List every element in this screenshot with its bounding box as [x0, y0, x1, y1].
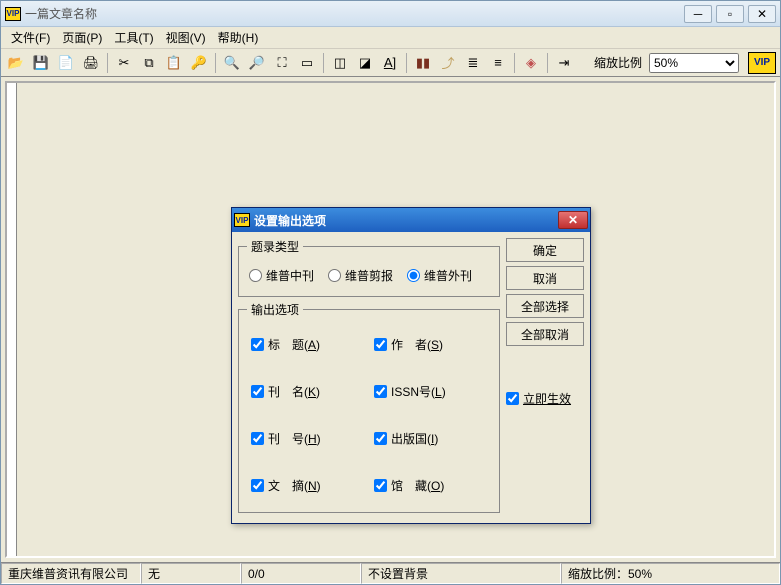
check-issue[interactable]: 刊 号(H)	[251, 430, 364, 447]
paste-icon[interactable]: 📋	[163, 52, 185, 74]
vip-icon: VIP	[748, 52, 776, 74]
output-options-fieldset: 输出选项 标 题(A) 作 者(S) 刊 名(K) ISSN号(L) 刊 号(H…	[238, 301, 500, 513]
zoom-label: 缩放比例	[594, 54, 642, 71]
page-icon[interactable]: ▭	[296, 52, 318, 74]
dialog-titlebar: VIP 设置输出选项 ✕	[232, 208, 590, 232]
check-title[interactable]: 标 题(A)	[251, 336, 364, 353]
check-collection[interactable]: 馆 藏(O)	[374, 477, 487, 494]
fit-icon[interactable]: ⛶	[271, 52, 293, 74]
status-company: 重庆维普资讯有限公司	[1, 563, 141, 584]
print-icon[interactable]: 🖨	[80, 52, 102, 74]
app-icon: VIP	[5, 7, 21, 21]
status-zoom: 缩放比例：50%	[561, 563, 780, 584]
dialog-title: 设置输出选项	[254, 212, 558, 229]
menubar: 文件(F) 页面(P) 工具(T) 视图(V) 帮助(H)	[1, 27, 780, 49]
menu-help[interactable]: 帮助(H)	[212, 27, 265, 48]
check-abstract[interactable]: 文 摘(N)	[251, 477, 364, 494]
record-type-legend: 题录类型	[247, 238, 303, 255]
main-window: VIP 一篇文章名称 ─ ▫ ✕ 文件(F) 页面(P) 工具(T) 视图(V)…	[0, 0, 781, 585]
zoom-select[interactable]: 50%	[649, 53, 739, 73]
exit-icon[interactable]: ⇥	[553, 52, 575, 74]
open-icon[interactable]: 📂	[5, 52, 27, 74]
contrast-icon[interactable]: ◪	[354, 52, 376, 74]
deselect-all-button[interactable]: 全部取消	[506, 322, 584, 346]
menu-page[interactable]: 页面(P)	[56, 27, 108, 48]
tag-icon[interactable]: ⤴	[437, 52, 459, 74]
output-settings-dialog: VIP 设置输出选项 ✕ 题录类型 维普中刊 维普剪报 维普外刊 输出选	[231, 207, 591, 524]
copy-icon[interactable]: ⧉	[138, 52, 160, 74]
document-margin	[7, 83, 17, 556]
doc-icon[interactable]: 📄	[55, 52, 77, 74]
radio-waikan[interactable]: 维普外刊	[407, 267, 472, 284]
maximize-button[interactable]: ▫	[716, 5, 744, 23]
menu-file[interactable]: 文件(F)	[5, 27, 56, 48]
titlebar: VIP 一篇文章名称 ─ ▫ ✕	[1, 1, 780, 27]
content-area: VIP 设置输出选项 ✕ 题录类型 维普中刊 维普剪报 维普外刊 输出选	[1, 77, 780, 562]
cut-icon[interactable]: ✂	[113, 52, 135, 74]
check-immediate[interactable]: 立即生效	[506, 390, 584, 407]
cancel-button[interactable]: 取消	[506, 266, 584, 290]
zoom-out-icon[interactable]: 🔎	[246, 52, 268, 74]
radio-zhongkan[interactable]: 维普中刊	[249, 267, 314, 284]
check-author[interactable]: 作 者(S)	[374, 336, 487, 353]
book-icon[interactable]: ▮▮	[412, 52, 434, 74]
output-icon[interactable]: ≣	[462, 52, 484, 74]
window-title: 一篇文章名称	[25, 5, 684, 22]
menu-view[interactable]: 视图(V)	[160, 27, 212, 48]
save-icon[interactable]: 💾	[30, 52, 52, 74]
key-icon[interactable]: 🔑	[188, 52, 210, 74]
status-bg: 不设置背景	[361, 563, 561, 584]
ok-button[interactable]: 确定	[506, 238, 584, 262]
help-icon[interactable]: ◈	[520, 52, 542, 74]
status-none: 无	[141, 563, 241, 584]
statusbar: 重庆维普资讯有限公司 无 0/0 不设置背景 缩放比例：50%	[1, 562, 780, 584]
output-options-legend: 输出选项	[247, 301, 303, 318]
status-pages: 0/0	[241, 563, 361, 584]
list-icon[interactable]: ≡	[487, 52, 509, 74]
text-icon[interactable]: A]	[379, 52, 401, 74]
dialog-close-button[interactable]: ✕	[558, 211, 588, 229]
radio-jianbao[interactable]: 维普剪报	[328, 267, 393, 284]
menu-tools[interactable]: 工具(T)	[108, 27, 159, 48]
minimize-button[interactable]: ─	[684, 5, 712, 23]
color-icon[interactable]: ◫	[329, 52, 351, 74]
check-country[interactable]: 出版国(I)	[374, 430, 487, 447]
check-issn[interactable]: ISSN号(L)	[374, 383, 487, 400]
close-button[interactable]: ✕	[748, 5, 776, 23]
select-all-button[interactable]: 全部选择	[506, 294, 584, 318]
dialog-icon: VIP	[234, 213, 250, 227]
check-journal[interactable]: 刊 名(K)	[251, 383, 364, 400]
toolbar: 📂 💾 📄 🖨 ✂ ⧉ 📋 🔑 🔍 🔎 ⛶ ▭ ◫ ◪ A] ▮▮ ⤴ ≣ ≡ …	[1, 49, 780, 77]
record-type-fieldset: 题录类型 维普中刊 维普剪报 维普外刊	[238, 238, 500, 297]
zoom-in-icon[interactable]: 🔍	[221, 52, 243, 74]
